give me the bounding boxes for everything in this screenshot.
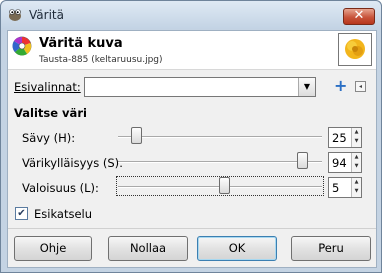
add-preset-icon[interactable]: + (334, 78, 347, 94)
dialog-body: Väritä kuva Tausta-885 (keltaruusu.jpg) … (7, 30, 377, 268)
hue-value: 25 (332, 131, 347, 145)
layer-name: Tausta-885 (keltaruusu.jpg) (39, 55, 163, 65)
presets-label-mnemonic: Esivalinnat: (14, 80, 81, 94)
lightness-spinbox[interactable]: 5 ▲ ▼ (328, 177, 362, 198)
gimp-icon (9, 9, 21, 21)
saturation-spinbox[interactable]: 94 ▲ ▼ (328, 152, 362, 173)
preview-label[interactable]: Esikatselu (34, 207, 92, 221)
hue-slider-track[interactable] (118, 136, 322, 138)
lightness-label: Valoisuus (L): (22, 181, 99, 195)
presets-combo[interactable]: ▼ (84, 77, 316, 97)
hue-spinbox[interactable]: 25 ▲ ▼ (328, 127, 362, 148)
spin-arrows-icon[interactable]: ▲ ▼ (351, 153, 361, 172)
close-button[interactable]: ✕ (343, 8, 375, 25)
help-button[interactable]: Ohje (14, 236, 92, 261)
image-thumbnail (338, 33, 372, 66)
ok-button[interactable]: OK (197, 236, 277, 261)
title-bar[interactable]: Väritä ✕ (1, 1, 381, 29)
cancel-button[interactable]: Peru (291, 236, 371, 261)
lightness-value: 5 (332, 181, 340, 195)
hue-slider-thumb[interactable] (131, 127, 142, 144)
spin-arrows-icon[interactable]: ▲ ▼ (351, 178, 361, 197)
rose-thumbnail-icon (339, 34, 371, 65)
dialog-title: Väritä kuva (39, 36, 123, 51)
lightness-slider-thumb[interactable] (219, 177, 230, 194)
spin-arrows-icon[interactable]: ▲ ▼ (351, 128, 361, 147)
saturation-label: Värikylläisyys (S): (22, 156, 124, 170)
saturation-slider-thumb[interactable] (297, 152, 308, 169)
hue-label: Sävy (H): (22, 131, 76, 145)
dialog-header: Väritä kuva Tausta-885 (keltaruusu.jpg) (8, 31, 376, 70)
dialog-window: Väritä ✕ Väritä kuva Tausta-885 (keltaru… (0, 0, 382, 273)
saturation-slider-track[interactable] (118, 161, 322, 163)
reset-button[interactable]: Nollaa (108, 236, 188, 261)
section-title: Valitse väri (14, 106, 87, 120)
chevron-down-icon[interactable]: ▼ (298, 78, 315, 96)
presets-label: Esivalinnat: (14, 80, 81, 94)
presets-menu-icon[interactable]: ◂ (355, 81, 366, 92)
divider (8, 228, 376, 229)
window-title: Väritä (29, 8, 64, 22)
preview-checkbox[interactable]: ✔ (15, 207, 28, 220)
saturation-value: 94 (332, 156, 347, 170)
colorize-icon (12, 36, 32, 56)
